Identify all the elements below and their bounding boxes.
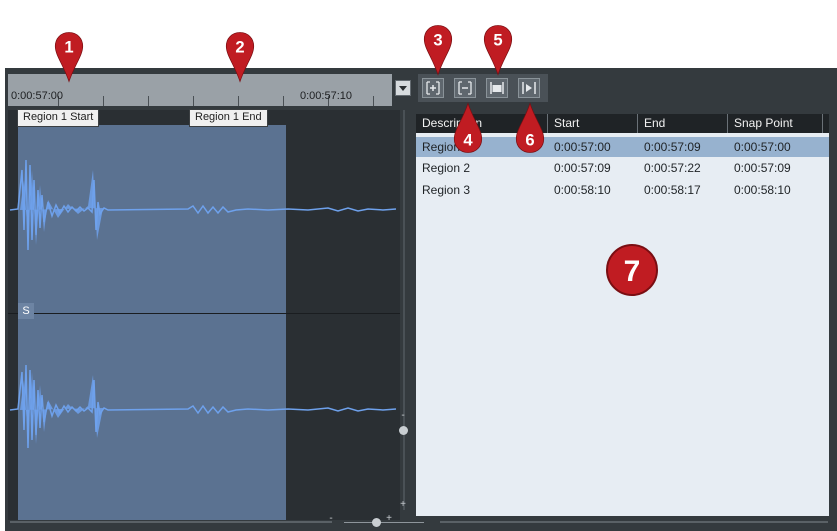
callout-number: 2 — [235, 38, 244, 57]
horizontal-zoom-in-button[interactable]: + — [384, 514, 394, 524]
cell-snap-point: 0:00:58:10 — [734, 183, 791, 197]
vertical-zoom-track[interactable] — [403, 110, 405, 510]
set-range-icon — [490, 82, 504, 94]
ruler-start-time: 0:00:57:00 — [11, 90, 63, 102]
vertical-zoom-in-button[interactable]: + — [397, 500, 409, 510]
horizontal-scrollbar[interactable] — [10, 521, 332, 523]
ruler-tick — [283, 96, 284, 106]
callout-marker-5: 5 — [483, 25, 513, 76]
remove-region-icon — [458, 81, 472, 95]
horizontal-zoom-slider[interactable] — [372, 518, 381, 527]
cell-snap-point: 0:00:57:00 — [734, 140, 791, 154]
add-region-button[interactable] — [422, 78, 444, 98]
callout-number: 7 — [623, 255, 641, 288]
ruler-dropdown-button[interactable] — [395, 80, 411, 96]
set-range-button[interactable] — [486, 78, 508, 98]
callout-number: 1 — [64, 38, 73, 57]
callout-number: 6 — [525, 130, 534, 149]
region-toolbar — [418, 74, 548, 102]
vertical-zoom-out-button[interactable]: - — [397, 411, 409, 421]
waveform-graphic — [9, 159, 397, 449]
snap-point-marker[interactable]: S — [18, 303, 34, 319]
cell-start: 0:00:58:10 — [554, 183, 611, 197]
ruler-tick — [103, 96, 104, 106]
column-header-snap-point[interactable]: Snap Point — [728, 114, 823, 133]
column-header-end[interactable]: End — [638, 114, 728, 133]
callout-marker-7: 7 — [606, 244, 658, 296]
cell-end: 0:00:57:09 — [644, 140, 701, 154]
callout-marker-2: 2 — [225, 32, 255, 83]
add-region-icon — [426, 81, 440, 95]
list-horizontal-scrollbar[interactable] — [440, 521, 828, 523]
play-region-icon — [522, 82, 536, 94]
region-start-marker[interactable]: Region 1 Start — [17, 109, 100, 127]
ruler-tick — [238, 96, 239, 106]
callout-number: 4 — [463, 130, 473, 149]
cell-snap-point: 0:00:57:09 — [734, 161, 791, 175]
region-end-marker[interactable]: Region 1 End — [189, 109, 268, 127]
table-row[interactable]: Region 2 0:00:57:09 0:00:57:22 0:00:57:0… — [416, 158, 829, 178]
cell-description: Region 3 — [422, 183, 471, 197]
ruler-tick — [148, 96, 149, 106]
remove-region-button[interactable] — [454, 78, 476, 98]
channel-divider — [8, 313, 400, 314]
cell-description: Region 2 — [422, 161, 471, 175]
ruler-tick — [193, 96, 194, 106]
cell-end: 0:00:57:22 — [644, 161, 701, 175]
column-header-start[interactable]: Start — [548, 114, 638, 133]
callout-marker-6: 6 — [515, 102, 545, 153]
ruler-tick — [373, 96, 374, 106]
cell-end: 0:00:58:17 — [644, 183, 701, 197]
vertical-zoom-slider[interactable] — [399, 426, 408, 435]
table-row[interactable]: Region 3 0:00:58:10 0:00:58:17 0:00:58:1… — [416, 180, 829, 200]
cell-start: 0:00:57:00 — [554, 140, 611, 154]
cell-start: 0:00:57:09 — [554, 161, 611, 175]
callout-number: 5 — [493, 31, 502, 50]
play-region-button[interactable] — [518, 78, 540, 98]
callout-marker-4: 4 — [453, 102, 483, 153]
horizontal-zoom-out-button[interactable]: - — [326, 514, 336, 524]
callout-marker-1: 1 — [54, 32, 84, 83]
callout-number: 3 — [433, 31, 442, 50]
callout-marker-3: 3 — [423, 25, 453, 76]
ruler-mid-time: 0:00:57:10 — [300, 90, 352, 102]
